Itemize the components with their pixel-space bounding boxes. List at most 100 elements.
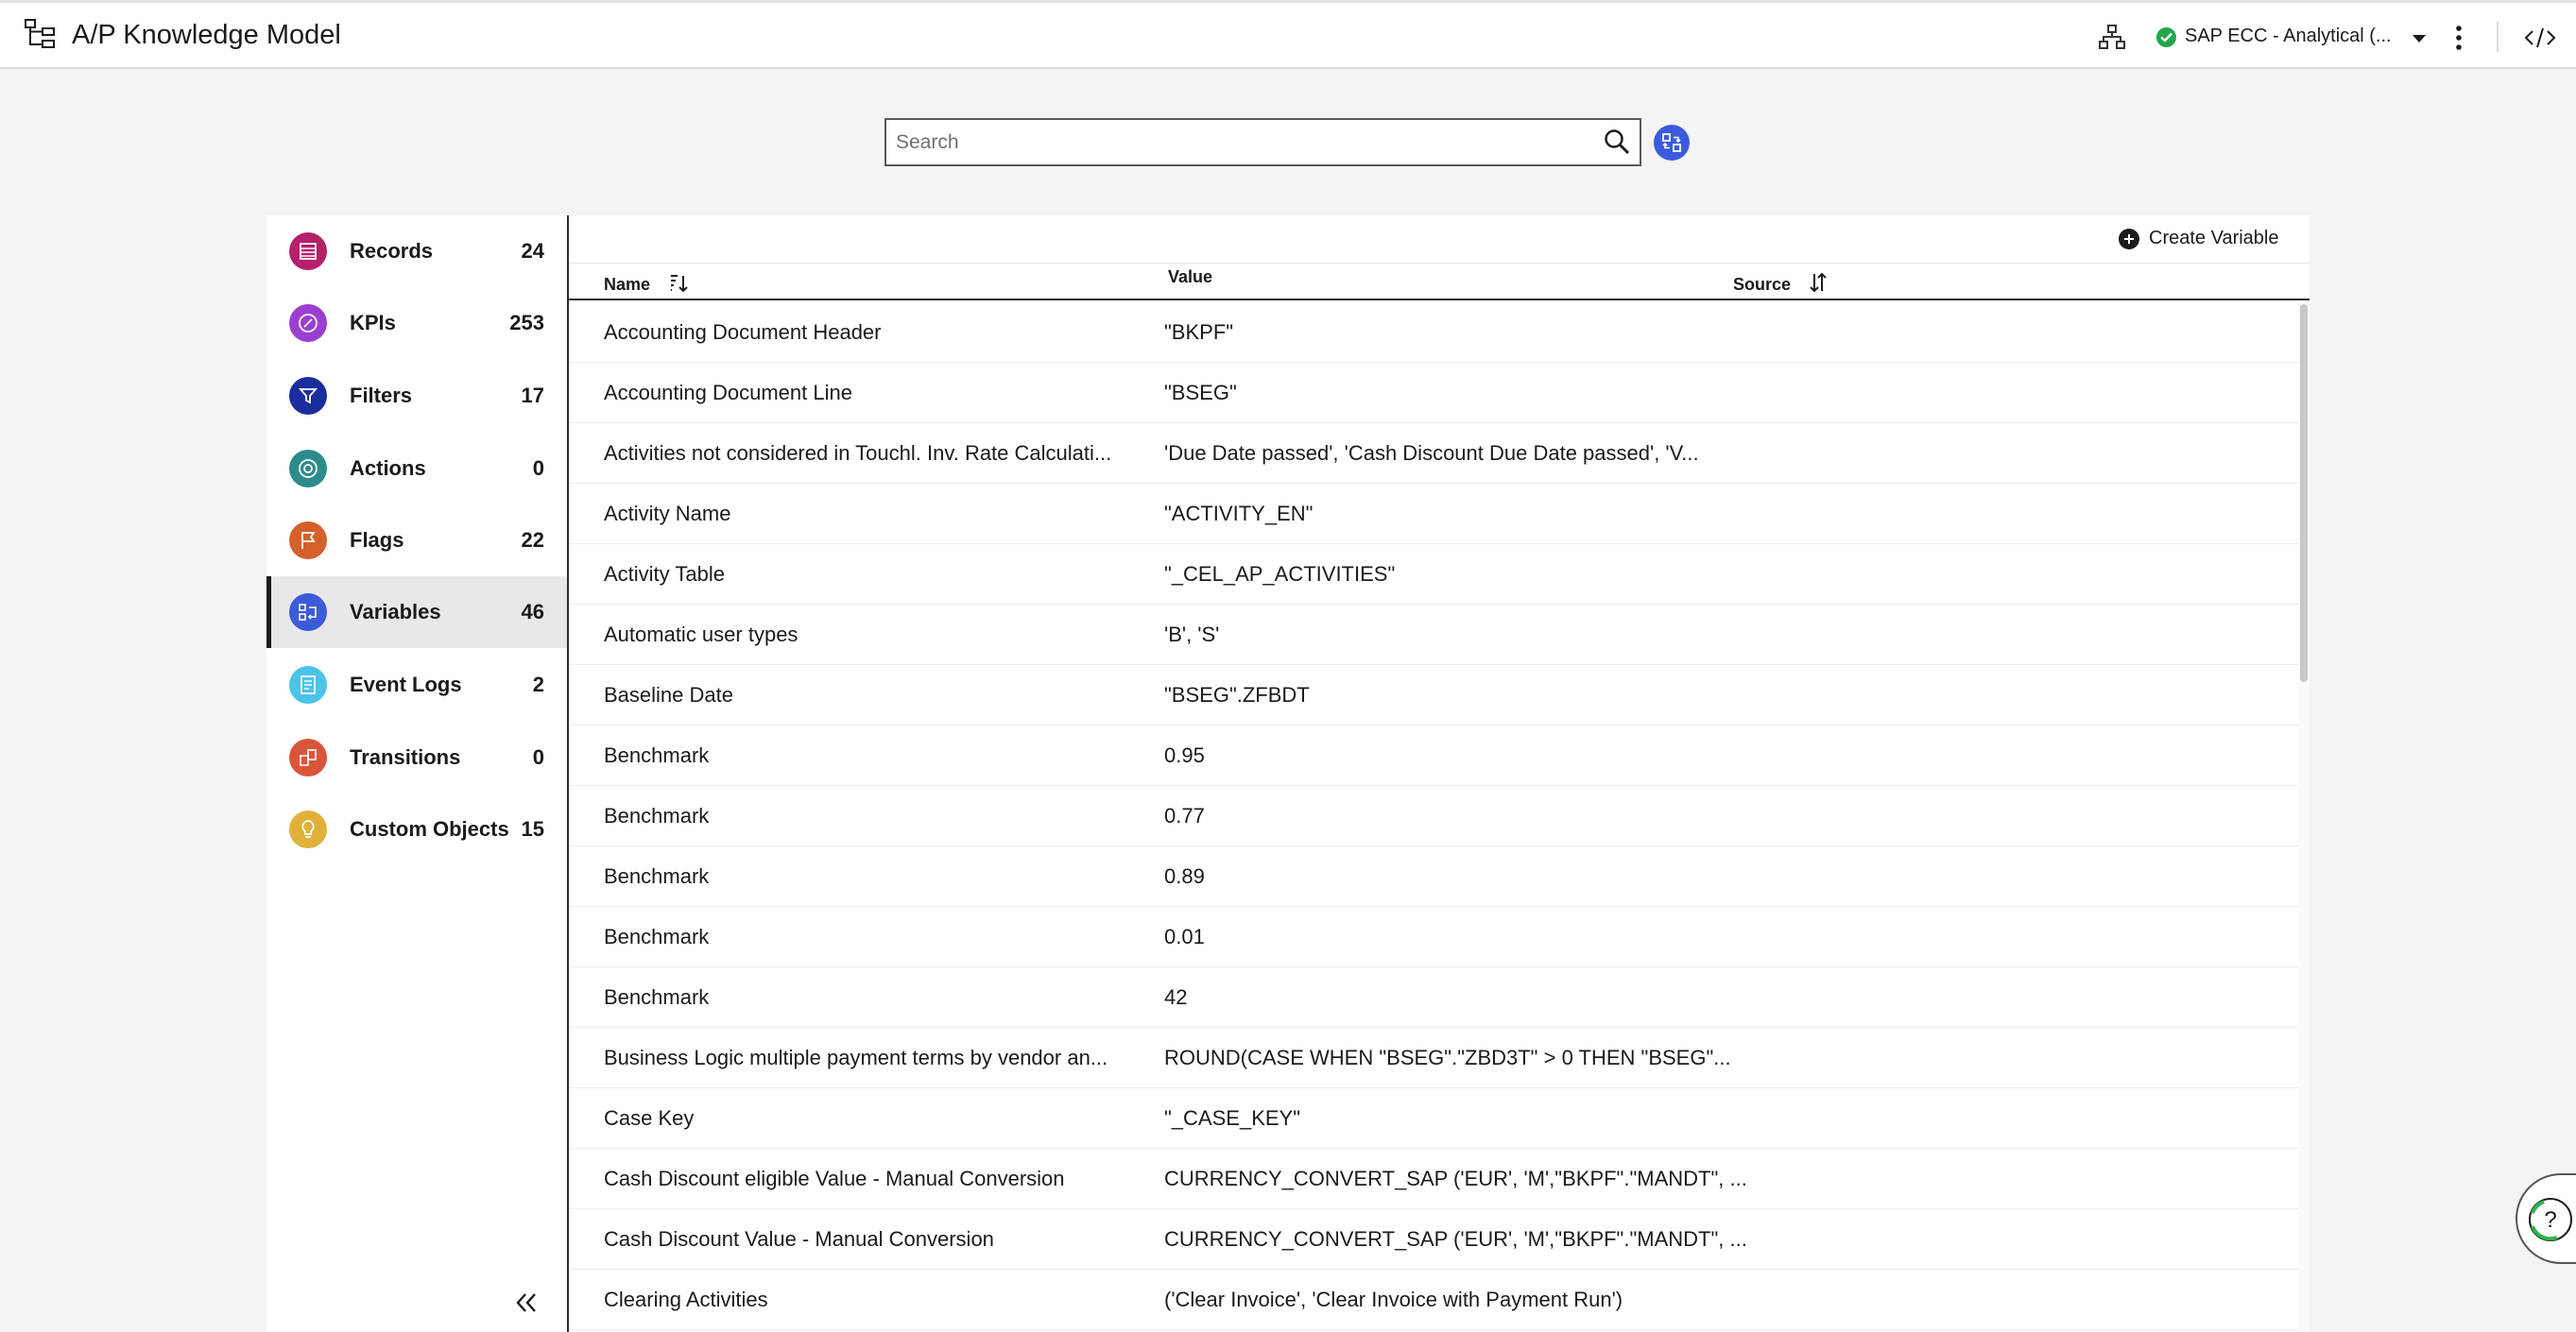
row-name: Case Key <box>604 1106 695 1130</box>
sidebar-item-label: Transitions <box>350 745 461 769</box>
sync-icon <box>1662 133 1681 152</box>
sidebar-item-label: Filters <box>350 384 413 407</box>
transitions-icon <box>289 739 327 777</box>
hierarchy-icon[interactable] <box>2097 22 2127 52</box>
row-value: "_CEL_AP_ACTIVITIES" <box>1164 562 1396 586</box>
scrollbar-thumb[interactable] <box>2300 304 2308 682</box>
caret-down-icon[interactable] <box>2408 27 2430 50</box>
row-name: Business Logic multiple payment terms by… <box>604 1046 1108 1069</box>
create-variable-label: Create Variable <box>2149 228 2279 248</box>
table-row[interactable]: Benchmark 0.77 <box>569 786 2298 846</box>
sidebar-item-label: KPIs <box>350 311 396 334</box>
row-name: Automatic user types <box>604 623 799 646</box>
sidebar-item-label: Variables <box>350 600 441 623</box>
table-row[interactable]: Activity Name "ACTIVITY_EN" <box>569 484 2298 544</box>
table-header: Name Value Source <box>569 263 2310 300</box>
connection-selector[interactable]: SAP ECC - Analytical (... <box>2185 26 2392 47</box>
row-name: Cash Discount eligible Value - Manual Co… <box>604 1167 1065 1190</box>
table-row[interactable]: Clearing Activities ('Clear Invoice', 'Cl… <box>569 1270 2298 1330</box>
row-name: Clearing Activities <box>604 1288 768 1311</box>
sidebar-item-count: 15 <box>521 817 544 841</box>
search-input[interactable] <box>896 128 1576 158</box>
row-name: Activity Table <box>604 562 725 586</box>
row-value: 42 <box>1164 985 1188 1009</box>
flag-icon <box>289 521 327 559</box>
column-header-value: Value <box>1168 267 1213 286</box>
table-row[interactable]: Benchmark 42 <box>569 967 2298 1028</box>
variables-panel: Create Variable Name Value Source Accoun… <box>569 215 2310 1332</box>
row-name: Benchmark <box>604 864 710 888</box>
table-row[interactable]: Benchmark 0.89 <box>569 846 2298 907</box>
sidebar: Records 24 KPIs 253 Filters 17 Actions 0… <box>266 215 569 1332</box>
row-value: CURRENCY_CONVERT_SAP ('EUR', 'M',"BKPF".… <box>1164 1227 1747 1251</box>
table-row[interactable]: Cash Discount eligible Value - Manual Co… <box>569 1149 2298 1209</box>
row-value: ROUND(CASE WHEN "BSEG"."ZBD3T" > 0 THEN … <box>1164 1046 1731 1069</box>
svg-text:?: ? <box>2544 1207 2556 1233</box>
sync-button[interactable] <box>1654 125 1690 161</box>
sidebar-item-count: 0 <box>532 745 544 769</box>
row-name: Benchmark <box>604 985 710 1009</box>
column-header-name[interactable]: Name <box>604 275 650 295</box>
table-row[interactable]: Activities not considered in Touchl. Inv… <box>569 423 2298 484</box>
row-value: "BSEG" <box>1164 381 1237 404</box>
actions-icon <box>289 450 327 487</box>
table-row[interactable]: Business Logic multiple payment terms by… <box>569 1028 2298 1088</box>
sort-ascending-icon[interactable] <box>667 273 690 294</box>
knowledge-model-icon <box>25 19 55 48</box>
row-value: 0.89 <box>1164 864 1205 888</box>
sort-icon[interactable] <box>1807 271 1829 294</box>
row-name: Activities not considered in Touchl. Inv… <box>604 441 1112 465</box>
more-vertical-icon[interactable] <box>2447 22 2470 54</box>
row-name: Accounting Document Line <box>604 381 852 404</box>
column-header-source[interactable]: Source <box>1733 275 1791 295</box>
sidebar-item-kpis[interactable]: KPIs 253 <box>266 287 569 359</box>
row-value: 'B', 'S' <box>1164 623 1220 646</box>
row-value: "_CASE_KEY" <box>1164 1106 1301 1130</box>
sidebar-item-event-logs[interactable]: Event Logs 2 <box>266 649 569 721</box>
row-value: 0.77 <box>1164 804 1205 828</box>
row-value: "BKPF" <box>1164 320 1234 344</box>
sidebar-item-label: Records <box>350 239 434 263</box>
status-check-icon <box>2156 27 2176 47</box>
table-row[interactable]: Benchmark 0.95 <box>569 726 2298 786</box>
sidebar-item-transitions[interactable]: Transitions 0 <box>266 722 569 794</box>
kpi-icon <box>289 304 327 342</box>
table-row[interactable]: Benchmark 0.01 <box>569 907 2298 967</box>
sidebar-item-actions[interactable]: Actions 0 <box>266 433 569 504</box>
sidebar-item-flags[interactable]: Flags 22 <box>266 504 569 576</box>
row-value: "ACTIVITY_EN" <box>1164 502 1314 525</box>
table-row[interactable]: Accounting Document Header "BKPF" <box>569 302 2298 363</box>
sidebar-item-custom-objects[interactable]: Custom Objects 15 <box>266 794 569 865</box>
row-name: Benchmark <box>604 743 710 767</box>
top-bar: A/P Knowledge Model SAP ECC - Analytical… <box>0 0 2576 69</box>
table-row[interactable]: Accounting Document Line "BSEG" <box>569 363 2298 423</box>
sidebar-item-filters[interactable]: Filters 17 <box>266 360 569 432</box>
sidebar-item-records[interactable]: Records 24 <box>266 215 569 287</box>
table-row[interactable]: Activity Table "_CEL_AP_ACTIVITIES" <box>569 544 2298 605</box>
help-button[interactable]: ? <box>2516 1173 2576 1264</box>
row-value: 'Due Date passed', 'Cash Discount Due Da… <box>1164 441 1699 465</box>
search-box <box>884 118 1641 166</box>
row-name: Baseline Date <box>604 683 733 707</box>
table-row[interactable]: Baseline Date "BSEG".ZFBDT <box>569 665 2298 726</box>
table-row[interactable]: Automatic user types 'B', 'S' <box>569 605 2298 665</box>
plus-icon <box>2119 229 2139 249</box>
scrollbar[interactable] <box>2298 302 2310 1332</box>
sidebar-item-count: 24 <box>521 239 544 263</box>
row-name: Cash Discount Value - Manual Conversion <box>604 1227 994 1251</box>
sidebar-item-label: Actions <box>350 456 426 480</box>
collapse-sidebar-icon[interactable] <box>510 1289 542 1317</box>
sidebar-item-count: 17 <box>521 384 544 407</box>
table-row[interactable]: Case Key "_CASE_KEY" <box>569 1088 2298 1149</box>
code-icon[interactable] <box>2523 24 2557 52</box>
search-icon[interactable] <box>1603 128 1631 156</box>
sidebar-item-variables[interactable]: Variables 46 <box>266 576 569 648</box>
variables-table: Accounting Document Header "BKPF" Account… <box>569 302 2298 1330</box>
help-icon: ? <box>2529 1198 2572 1241</box>
divider <box>2497 22 2499 52</box>
row-value: ('Clear Invoice', 'Clear Invoice with Pa… <box>1164 1288 1623 1311</box>
row-value: "BSEG".ZFBDT <box>1164 683 1310 707</box>
records-icon <box>289 232 327 270</box>
sidebar-item-count: 2 <box>532 673 544 696</box>
table-row[interactable]: Cash Discount Value - Manual Conversion C… <box>569 1209 2298 1270</box>
